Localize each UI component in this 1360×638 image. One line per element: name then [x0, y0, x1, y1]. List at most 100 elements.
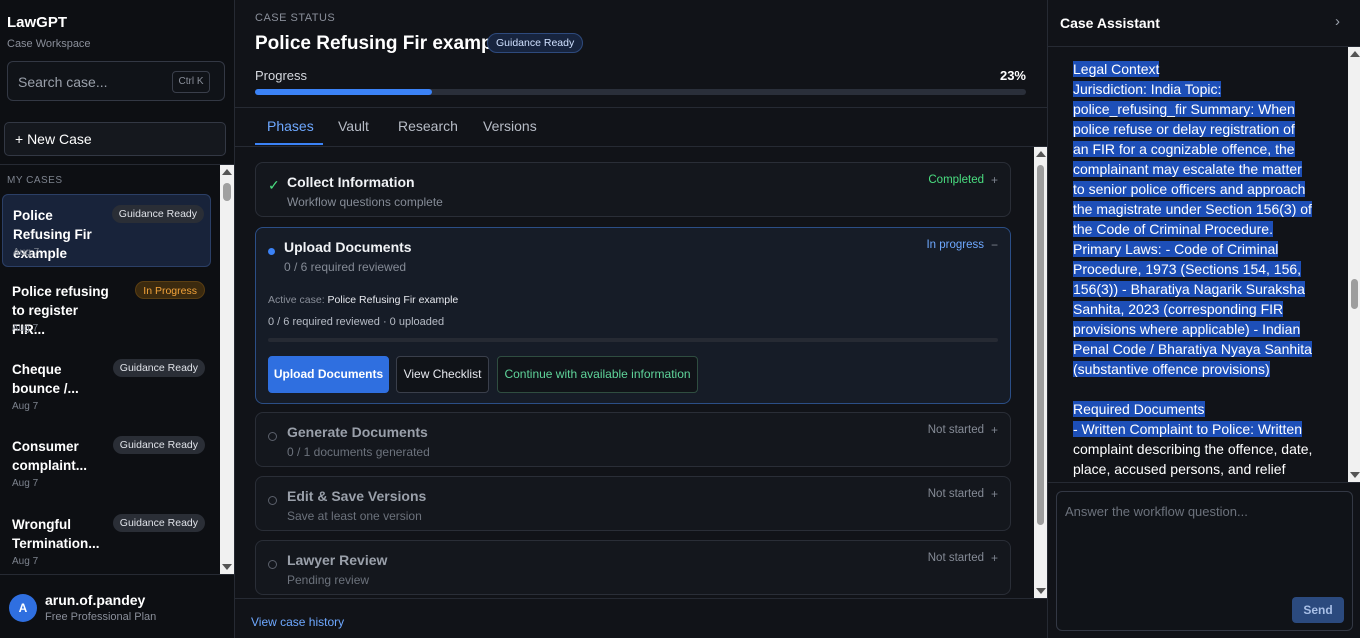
phase-title: Generate Documents — [287, 424, 428, 440]
phase-title: Upload Documents — [284, 239, 412, 255]
assistant-title: Case Assistant — [1060, 15, 1160, 31]
assistant-text-line: - Written Complaint to Police: Written — [1073, 421, 1303, 437]
case-date: Aug 7 — [12, 478, 39, 489]
case-item[interactable]: Police refusing to register FIR... In Pr… — [2, 271, 211, 344]
answer-input[interactable]: Answer the workflow question... Send — [1056, 491, 1353, 631]
empty-circle-icon — [268, 558, 277, 572]
phase-subtitle: Save at least one version — [287, 509, 422, 523]
current-step-dot-icon — [268, 244, 275, 258]
tab-phases[interactable]: Phases — [267, 118, 314, 134]
active-case-label: Active case: — [268, 294, 325, 306]
phases-scrollbar[interactable] — [1034, 147, 1047, 598]
scroll-down-arrow-icon[interactable] — [1350, 472, 1360, 478]
case-title: Consumer complaint... — [12, 439, 88, 473]
case-item[interactable]: Cheque bounce /... Guidance Ready Aug 7 — [2, 349, 211, 422]
assistant-text-line: 156(3)) - Bharatiya Nagarik Suraksha — [1073, 281, 1305, 297]
user-plan: Free Professional Plan — [45, 611, 157, 623]
expand-icon[interactable]: + — [991, 551, 998, 565]
case-item[interactable]: Consumer complaint... Guidance Ready Aug… — [2, 426, 211, 499]
continue-available-info-button[interactable]: Continue with available information — [497, 356, 698, 393]
tab-versions[interactable]: Versions — [483, 118, 537, 134]
phase-status: Not started — [927, 488, 984, 500]
case-date: Aug 7 — [12, 556, 39, 567]
cases-scrollbar[interactable] — [220, 165, 234, 574]
phase-edit-save-versions[interactable]: Edit & Save Versions Save at least one v… — [255, 476, 1011, 531]
empty-circle-icon — [268, 430, 277, 444]
phase-subtitle: 0 / 6 required reviewed — [284, 260, 407, 274]
scroll-up-arrow-icon[interactable] — [222, 169, 232, 175]
case-item-active[interactable]: Police Refusing Fir example Guidance Rea… — [2, 194, 211, 267]
page-title: Police Refusing Fir example — [255, 33, 509, 54]
case-item[interactable]: Wrongful Termination... Guidance Ready A… — [2, 504, 211, 574]
assistant-text-line: (substantive offence provisions) — [1073, 361, 1270, 377]
scroll-up-arrow-icon[interactable] — [1350, 51, 1360, 57]
scroll-thumb[interactable] — [1037, 165, 1044, 525]
case-title: Cheque bounce /... — [12, 362, 79, 396]
case-assistant-panel: Case Assistant › Legal Context Jurisdicti… — [1047, 0, 1360, 638]
empty-circle-icon — [268, 494, 277, 508]
scroll-thumb[interactable] — [223, 183, 231, 201]
phase-status: Completed — [928, 174, 984, 186]
scroll-up-arrow-icon[interactable] — [1036, 151, 1046, 157]
assistant-text-line: complaint describing the offence, date, — [1073, 441, 1313, 457]
status-badge: Guidance Ready — [112, 436, 205, 454]
active-case-value: Police Refusing Fir example — [327, 294, 459, 306]
chat-scrollbar[interactable] — [1348, 47, 1360, 482]
status-badge: Guidance Ready — [111, 205, 204, 223]
upload-documents-button[interactable]: Upload Documents — [268, 356, 389, 393]
phase-subtitle: Pending review — [287, 573, 370, 587]
status-badge: In Progress — [135, 281, 205, 299]
sidebar: LawGPT Case Workspace Search case... Ctr… — [0, 0, 235, 638]
expand-icon[interactable]: + — [991, 173, 998, 187]
assistant-message-text: Legal Context Jurisdiction: India Topic: p… — [1073, 59, 1323, 479]
phase-upload-documents[interactable]: Upload Documents 0 / 6 required reviewed… — [255, 227, 1011, 404]
progress-percentage: 23% — [999, 68, 1026, 83]
phase-collect-information[interactable]: ✓ Collect Information Workflow questions… — [255, 162, 1011, 217]
view-case-history-link[interactable]: View case history — [251, 615, 344, 629]
progress-label: Progress — [255, 68, 308, 83]
answer-placeholder: Answer the workflow question... — [1065, 504, 1248, 519]
header-divider — [235, 107, 1047, 108]
chevron-right-icon[interactable]: › — [1335, 13, 1340, 30]
assistant-text-line: police refuse or delay registration of — [1073, 121, 1295, 137]
assistant-text-line: the Code of Criminal Procedure. — [1073, 221, 1273, 237]
my-cases-heading: MY CASES — [7, 175, 63, 186]
case-date: Aug 7 — [13, 247, 40, 258]
phase-title: Lawyer Review — [287, 552, 388, 568]
case-date: Aug 7 — [12, 323, 39, 334]
user-name: arun.of.pandey — [45, 592, 146, 608]
phase-generate-documents[interactable]: Generate Documents 0 / 1 documents gener… — [255, 412, 1011, 467]
check-icon: ✓ — [268, 177, 280, 193]
assistant-text-line — [1073, 379, 1323, 399]
new-case-button[interactable]: + New Case — [4, 122, 226, 156]
progress-bar — [255, 89, 1026, 95]
search-shortcut-hint: Ctrl K — [172, 71, 210, 93]
brand-subtitle: Case Workspace — [7, 38, 91, 50]
user-profile[interactable]: A arun.of.pandey Free Professional Plan — [0, 574, 235, 638]
scroll-down-arrow-icon[interactable] — [1036, 588, 1046, 594]
collapse-icon[interactable]: − — [991, 238, 998, 252]
active-tab-indicator — [255, 143, 323, 145]
view-checklist-button[interactable]: View Checklist — [396, 356, 489, 393]
scroll-thumb[interactable] — [1351, 279, 1358, 309]
scroll-down-arrow-icon[interactable] — [222, 564, 232, 570]
phase-subtitle: Workflow questions complete — [287, 195, 443, 209]
brand-name: LawGPT — [7, 14, 68, 31]
expand-icon[interactable]: + — [991, 487, 998, 501]
assistant-text-line: to senior police officers and approach — [1073, 181, 1306, 197]
assistant-text-line: police_refusing_fir Summary: When — [1073, 101, 1295, 117]
progress-bar-fill — [255, 89, 433, 95]
send-button[interactable]: Send — [1292, 597, 1344, 623]
avatar: A — [9, 594, 37, 622]
phase-lawyer-review[interactable]: Lawyer Review Pending review Not started… — [255, 540, 1011, 595]
tab-research[interactable]: Research — [398, 118, 458, 134]
tab-vault[interactable]: Vault — [338, 118, 369, 134]
assistant-text-line: Procedure, 1973 (Sections 154, 156, — [1073, 261, 1302, 277]
assistant-text-line: the magistrate under Section 156(3) of — [1073, 201, 1312, 217]
phase-status: In progress — [926, 239, 984, 251]
assistant-text-line: Sanhita, 2023 (corresponding FIR — [1073, 301, 1284, 317]
status-badge: Guidance Ready — [112, 514, 205, 532]
search-input[interactable]: Search case... Ctrl K — [7, 61, 225, 101]
assistant-text-line: an FIR for a cognizable offence, the — [1073, 141, 1295, 157]
expand-icon[interactable]: + — [991, 423, 998, 437]
